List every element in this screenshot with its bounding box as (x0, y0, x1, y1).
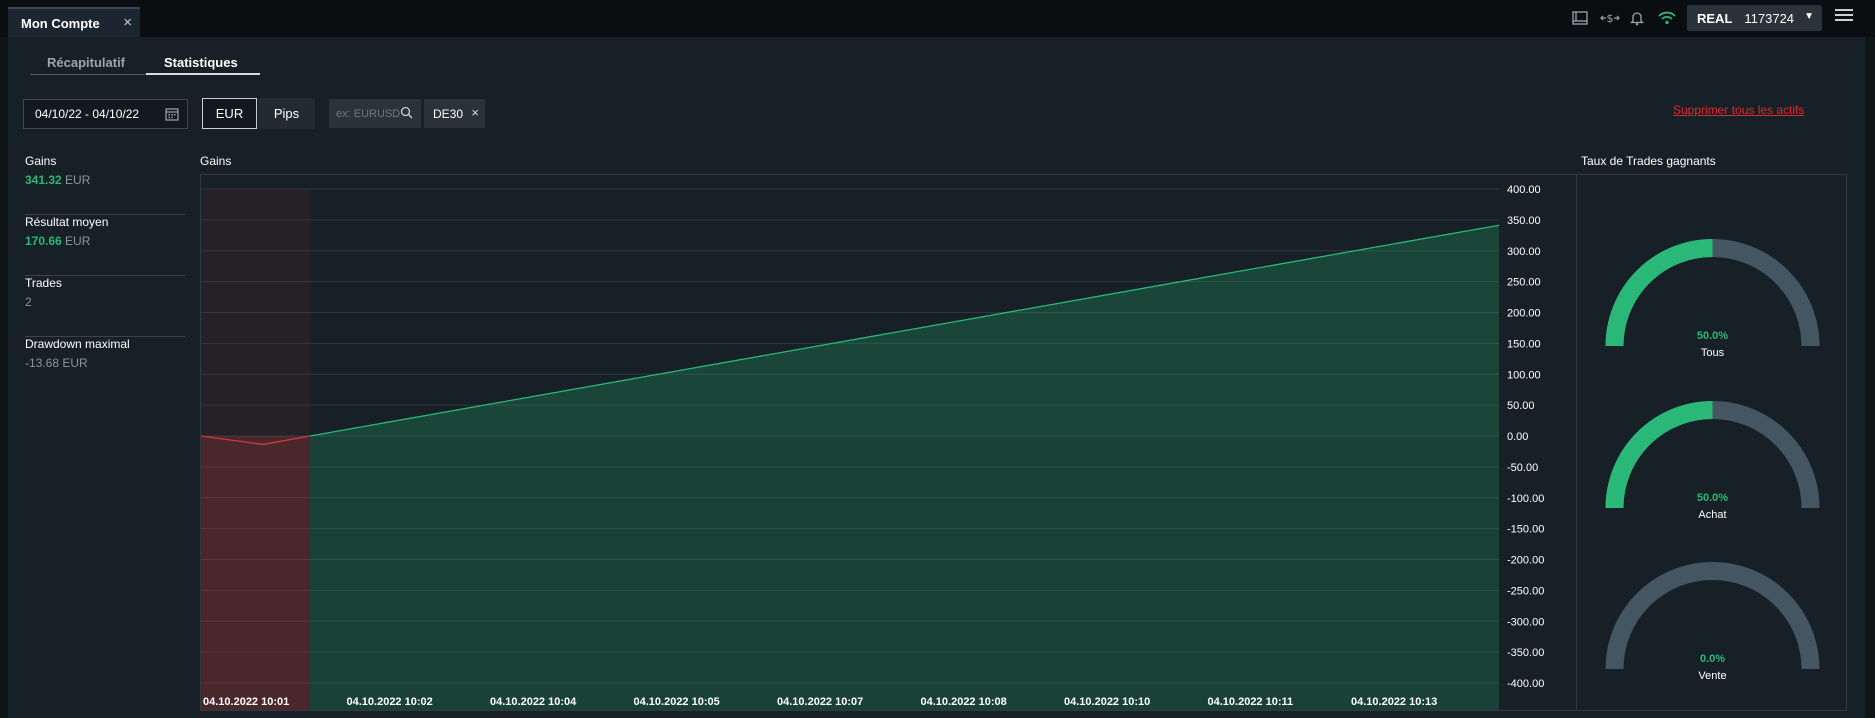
window-tab-title: Mon Compte (21, 15, 100, 31)
account-number: 1173724 (1744, 10, 1795, 26)
gauge-percent: 50.0% (1696, 330, 1729, 342)
x-tick-label: 04.10.2022 10:08 (921, 696, 1007, 708)
top-bar: Mon Compte × $ REAL 1173724 ▼ (0, 0, 1875, 37)
hamburger-menu-icon[interactable] (1835, 9, 1853, 23)
gauge-percent: 50.0% (1696, 492, 1729, 504)
window-tab[interactable]: Mon Compte × (8, 7, 140, 37)
y-tick-label: -350.00 (1507, 647, 1544, 659)
gauge-label: Achat (1698, 509, 1727, 521)
bell-icon[interactable] (1627, 8, 1647, 28)
account-selector[interactable]: REAL 1173724 ▼ (1687, 5, 1822, 31)
y-tick-label: 0.00 (1507, 431, 1528, 443)
gauge-label: Vente (1698, 670, 1727, 682)
delete-all-assets-link[interactable]: Supprimer tous les actifs (1673, 103, 1804, 117)
wifi-icon (1657, 8, 1677, 28)
stat-max-drawdown: Drawdown maximal -13.68 EUR (25, 337, 185, 398)
x-tick-label: 04.10.2022 10:10 (1064, 696, 1150, 708)
unit-toggle-pips[interactable]: Pips (258, 98, 315, 129)
stat-number: 341.32 (25, 173, 62, 187)
close-icon[interactable]: × (123, 14, 132, 31)
y-tick-label: 350.00 (1507, 215, 1541, 227)
stat-unit: EUR (62, 356, 88, 370)
symbol-chip-label: DE30 (433, 106, 464, 121)
stat-trades: Trades 2 (25, 276, 185, 337)
stat-value: -13.68 EUR (25, 356, 88, 370)
y-tick-label: 50.00 (1507, 400, 1535, 412)
date-range-input[interactable]: 04/10/22 - 04/10/22 (23, 99, 188, 129)
x-tick-label: 04.10.2022 10:07 (777, 696, 863, 708)
stat-value: 341.32 EUR (25, 173, 90, 187)
y-tick-label: 300.00 (1507, 246, 1541, 258)
stat-number: 2 (25, 295, 32, 309)
y-tick-label: 150.00 (1507, 338, 1541, 350)
y-tick-label: -150.00 (1507, 524, 1544, 536)
x-tick-label: 04.10.2022 10:11 (1208, 696, 1294, 708)
stat-label: Résultat moyen (25, 215, 109, 229)
layout-icon[interactable] (1570, 8, 1590, 28)
area-negative-upper (201, 189, 310, 436)
y-tick-label: 200.00 (1507, 308, 1541, 320)
stat-label: Gains (25, 154, 57, 168)
calendar-icon[interactable] (165, 107, 179, 124)
y-tick-label: -200.00 (1507, 555, 1544, 567)
area-negative (201, 436, 310, 710)
x-tick-label: 04.10.2022 10:04 (490, 696, 577, 708)
stat-label: Drawdown maximal (25, 337, 130, 351)
date-range-value: 04/10/22 - 04/10/22 (35, 107, 140, 121)
y-tick-label: 400.00 (1507, 184, 1541, 196)
y-tick-label: 100.00 (1507, 369, 1541, 381)
x-tick-label: 04.10.2022 10:05 (634, 696, 720, 708)
account-mode: REAL (1697, 10, 1733, 26)
gauge-sell: 0.0% Vente (1577, 561, 1848, 701)
gauge-percent: 0.0% (1699, 653, 1726, 665)
chevron-down-icon: ▼ (1804, 11, 1814, 22)
stat-number: 170.66 (25, 234, 62, 248)
gauge-label: Tous (1700, 347, 1725, 359)
gauge-buy: 50.0% Achat (1577, 400, 1848, 540)
x-tick-label: 04.10.2022 10:02 (347, 696, 433, 708)
y-tick-label: -50.00 (1507, 462, 1538, 474)
gauge-all: 50.0% Tous (1577, 238, 1848, 378)
y-tick-label: -250.00 (1507, 585, 1544, 597)
stat-unit: EUR (65, 234, 91, 248)
active-tab-indicator (146, 73, 260, 75)
stat-value: 2 (25, 295, 32, 309)
y-tick-label: -400.00 (1507, 678, 1544, 690)
stat-gains: Gains 341.32 EUR (25, 154, 185, 215)
tab-statistiques[interactable]: Statistiques (164, 55, 238, 70)
search-placeholder: ex: EURUSD (336, 107, 401, 120)
y-tick-label: -300.00 (1507, 616, 1544, 628)
x-tick-label: 04.10.2022 10:01 (203, 696, 289, 708)
x-tick-label: 04.10.2022 10:13 (1351, 696, 1437, 708)
subtab-bar: Récapitulatif Statistiques (30, 55, 260, 75)
gains-chart: 400.00 350.00 300.00 250.00 200.00 150.00 100.… (200, 174, 1577, 711)
symbol-chip: DE30 × (424, 99, 485, 128)
tab-recapitulatif[interactable]: Récapitulatif (47, 55, 125, 70)
stat-label: Trades (25, 276, 62, 290)
stat-average-result: Résultat moyen 170.66 EUR (25, 215, 185, 276)
win-rate-title: Taux de Trades gagnants (1581, 154, 1716, 168)
y-tick-label: -100.00 (1507, 493, 1544, 505)
chart-title: Gains (200, 154, 232, 168)
gains-chart-svg: 400.00 350.00 300.00 250.00 200.00 150.00 100.… (201, 184, 1544, 710)
stat-number: -13.68 (25, 356, 60, 370)
unit-toggle-eur[interactable]: EUR (202, 98, 257, 129)
stat-unit: EUR (65, 173, 91, 187)
search-icon (400, 106, 413, 122)
y-tick-label: 250.00 (1507, 277, 1541, 289)
svg-text:$: $ (1607, 12, 1614, 25)
transfer-dollar-icon[interactable]: $ (1600, 8, 1620, 28)
symbol-search-input[interactable]: ex: EURUSD (329, 99, 421, 128)
remove-chip-icon[interactable]: × (471, 105, 479, 120)
stat-value: 170.66 EUR (25, 234, 90, 248)
statistics-panel: Récapitulatif Statistiques 04/10/22 - 04… (8, 37, 1865, 718)
win-rate-gauges: 50.0% Tous 50.0% Achat 0.0% Vente (1576, 174, 1847, 711)
